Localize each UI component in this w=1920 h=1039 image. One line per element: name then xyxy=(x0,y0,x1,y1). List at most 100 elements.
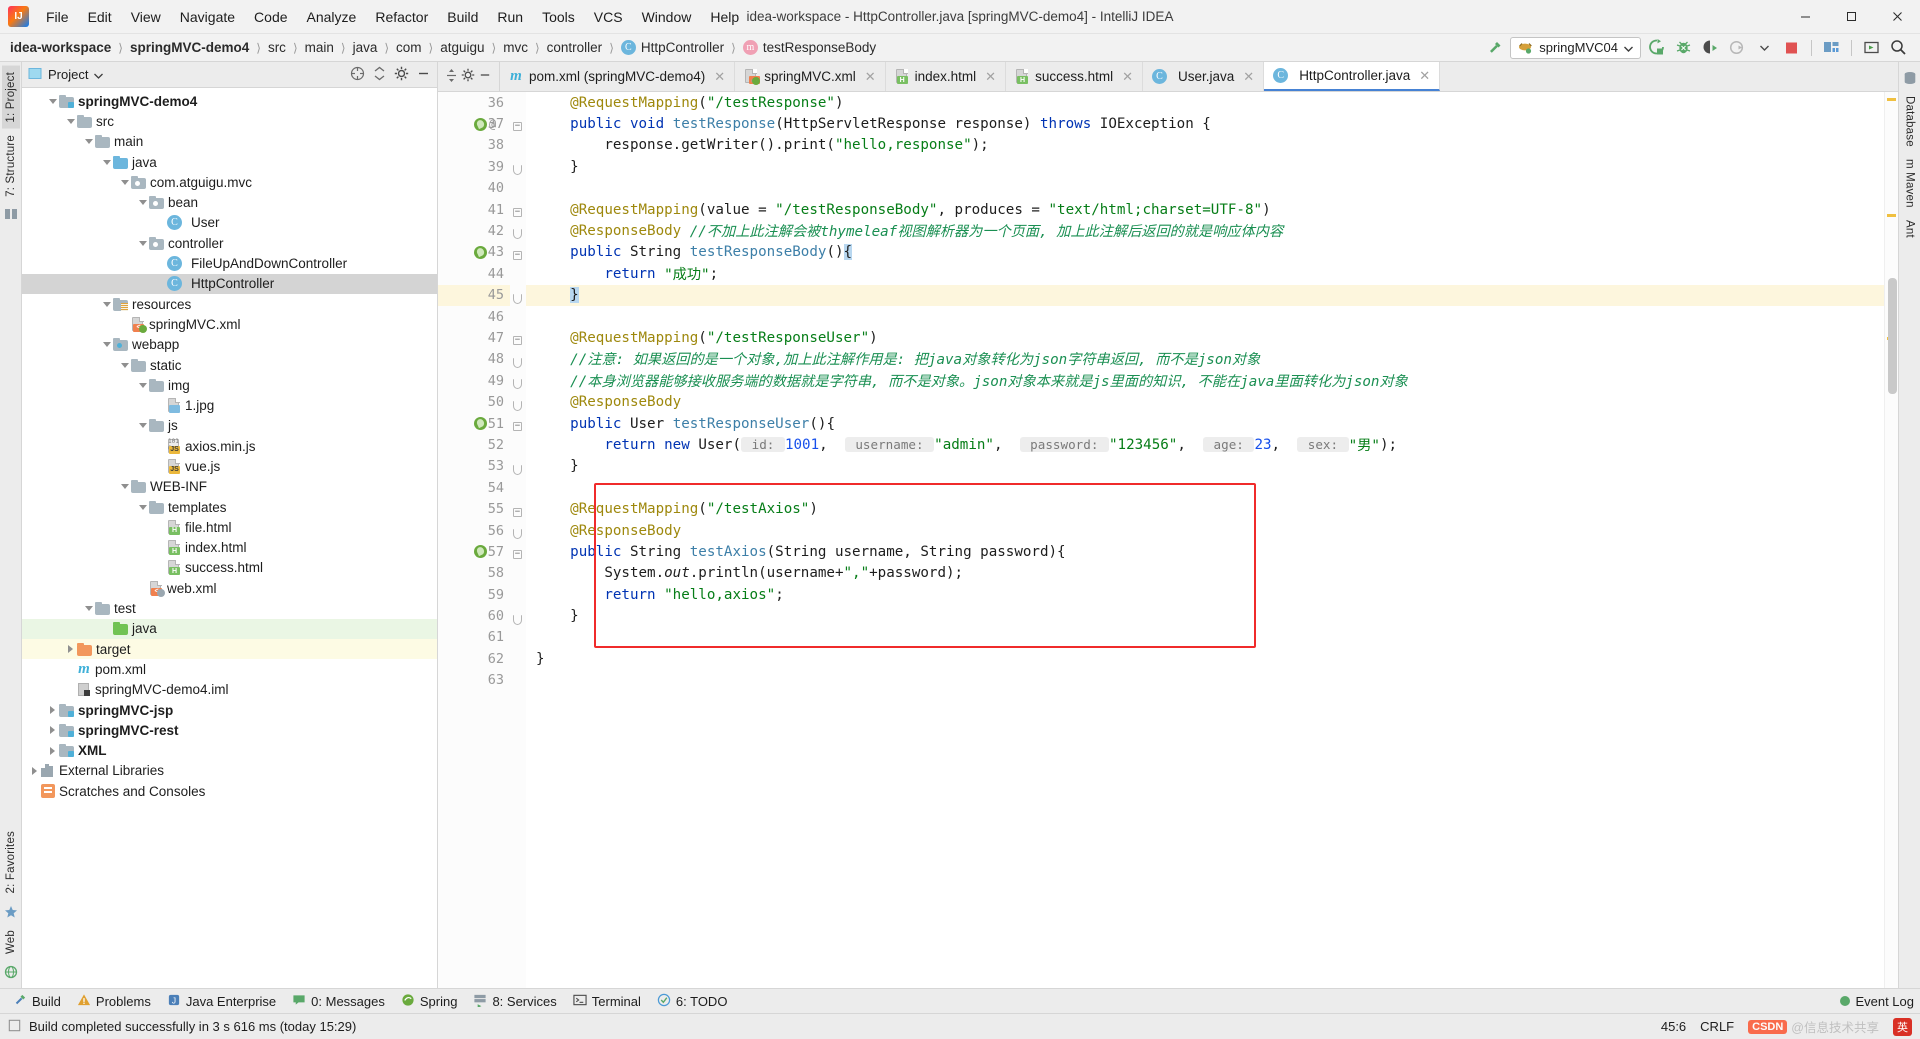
code-line-44[interactable]: return "成功"; xyxy=(526,263,1884,284)
editor-tab-httpcontroller-java[interactable]: C HttpController.java ✕ xyxy=(1264,62,1441,91)
project-tree[interactable]: springMVC-demo4 src main java com.atguigu.mv… xyxy=(22,88,437,988)
code-line-50[interactable]: @ResponseBody xyxy=(526,391,1884,412)
gutter-line-36[interactable]: 36 xyxy=(438,92,510,113)
expand-arrow-down-icon[interactable] xyxy=(46,98,59,104)
menu-analyze[interactable]: Analyze xyxy=(298,5,366,29)
minimize-button[interactable] xyxy=(1782,0,1828,33)
tree-item-resources[interactable]: resources xyxy=(22,294,437,314)
run-configuration-selector[interactable]: springMVC04 xyxy=(1510,36,1641,59)
tree-item-user[interactable]: C User xyxy=(22,213,437,233)
expand-arrow-right-icon[interactable] xyxy=(46,706,59,715)
editor-tab-index-html[interactable]: Hindex.html ✕ xyxy=(885,62,1007,91)
database-icon[interactable] xyxy=(1903,71,1917,85)
menu-refactor[interactable]: Refactor xyxy=(366,5,437,29)
tree-item-webapp[interactable]: webapp xyxy=(22,335,437,355)
breadcrumb-idea-workspace[interactable]: idea-workspace xyxy=(8,39,113,56)
code-line-46[interactable] xyxy=(526,306,1884,327)
window-controls[interactable] xyxy=(1782,0,1920,33)
code-line-38[interactable]: response.getWriter().print("hello,respon… xyxy=(526,135,1884,156)
tree-item-httpcontroller[interactable]: C HttpController xyxy=(22,273,437,294)
gutter-line-39[interactable]: 39 xyxy=(438,156,510,177)
hide-panel-icon[interactable] xyxy=(416,66,431,84)
tree-item-index-html[interactable]: Hindex.html xyxy=(22,538,437,558)
code-fold-marker[interactable]: − xyxy=(513,336,522,346)
expand-arrow-down-icon[interactable] xyxy=(136,200,149,206)
tree-item-fileupanddowncontroller[interactable]: C FileUpAndDownController xyxy=(22,253,437,273)
code-fold-marker[interactable] xyxy=(513,464,522,475)
tree-item-1-jpg[interactable]: 1.jpg xyxy=(22,395,437,415)
menu-code[interactable]: Code xyxy=(245,5,296,29)
expand-arrow-down-icon[interactable] xyxy=(136,504,149,510)
close-icon[interactable]: ✕ xyxy=(714,69,725,85)
code-fold-marker[interactable] xyxy=(513,357,522,368)
run-toolbar[interactable]: springMVC04 xyxy=(1483,36,1920,59)
expand-arrow-down-icon[interactable] xyxy=(118,362,131,368)
tree-item-success-html[interactable]: Hsuccess.html xyxy=(22,558,437,578)
gutter-line-44[interactable]: 44 xyxy=(438,263,510,284)
tool-button-todo[interactable]: 6: TODO xyxy=(650,991,735,1012)
ime-indicator[interactable]: 英 xyxy=(1893,1017,1912,1036)
gutter-line-57[interactable]: 57 xyxy=(438,541,510,562)
code-line-63[interactable] xyxy=(526,670,1884,691)
expand-arrow-right-icon[interactable] xyxy=(28,766,41,775)
gutter-line-52[interactable]: 52 xyxy=(438,434,510,455)
code-line-45[interactable]: } xyxy=(526,284,1884,306)
expand-arrow-down-icon[interactable] xyxy=(136,423,149,429)
breadcrumb-atguigu[interactable]: atguigu xyxy=(438,39,486,56)
event-log-button[interactable]: Event Log xyxy=(1840,994,1914,1009)
gutter-line-38[interactable]: 38 xyxy=(438,135,510,156)
tree-item-img[interactable]: img xyxy=(22,375,437,395)
code-fold-marker[interactable]: − xyxy=(513,250,522,260)
tool-button-build[interactable]: Build xyxy=(6,991,68,1012)
expand-arrow-down-icon[interactable] xyxy=(100,301,113,307)
breadcrumb-java[interactable]: java xyxy=(351,39,380,56)
code-line-39[interactable]: } xyxy=(526,156,1884,177)
star-icon[interactable] xyxy=(4,905,18,919)
tree-item-pom-xml[interactable]: m pom.xml xyxy=(22,659,437,679)
expand-arrow-right-icon[interactable] xyxy=(46,726,59,735)
tree-item-springmvc-demo4-iml[interactable]: springMVC-demo4.iml xyxy=(22,680,437,700)
breadcrumb-main[interactable]: main xyxy=(303,39,336,56)
expand-arrow-right-icon[interactable] xyxy=(64,645,77,654)
tool-tab-structure[interactable]: 7: Structure xyxy=(2,129,20,203)
expand-arrow-down-icon[interactable] xyxy=(100,342,113,348)
gutter-line-54[interactable]: 54 xyxy=(438,477,510,498)
project-panel-actions[interactable] xyxy=(350,66,431,84)
close-icon[interactable]: ✕ xyxy=(1419,68,1430,84)
tree-item-java[interactable]: java xyxy=(22,152,437,172)
gutter-line-60[interactable]: 60 xyxy=(438,605,510,626)
code-folding-column[interactable]: − − − − − − − xyxy=(510,92,526,988)
code-fold-marker[interactable] xyxy=(513,400,522,411)
editor-tab-pom-xml-springmvc-demo4[interactable]: m pom.xml (springMVC-demo4) ✕ xyxy=(500,62,736,91)
menu-build[interactable]: Build xyxy=(438,5,487,29)
expand-arrow-right-icon[interactable] xyxy=(46,746,59,755)
code-fold-marker[interactable]: − xyxy=(513,550,522,560)
tree-item-src[interactable]: src xyxy=(22,111,437,131)
code-fold-marker[interactable] xyxy=(513,614,522,625)
gutter-line-40[interactable]: 40 xyxy=(438,178,510,199)
menu-view[interactable]: View xyxy=(122,5,170,29)
gutter-line-61[interactable]: 61 xyxy=(438,627,510,648)
layout-icon[interactable] xyxy=(1860,37,1883,59)
expand-arrow-down-icon[interactable] xyxy=(118,484,131,490)
commander-icon[interactable] xyxy=(4,207,18,221)
project-panel-title[interactable]: Project xyxy=(28,67,104,83)
tree-item-springmvc-jsp[interactable]: springMVC-jsp xyxy=(22,700,437,720)
line-separator[interactable]: CRLF xyxy=(1700,1019,1734,1034)
code-line-37[interactable]: public void testResponse (HttpServletResp… xyxy=(526,113,1884,134)
menu-tools[interactable]: Tools xyxy=(533,5,584,29)
gear-icon[interactable] xyxy=(461,68,475,85)
editor-marker-strip[interactable] xyxy=(1884,92,1898,988)
breadcrumb-src[interactable]: src xyxy=(266,39,288,56)
code-line-43[interactable]: public String testResponseBody(){ xyxy=(526,242,1884,263)
collapse-all-icon[interactable] xyxy=(372,66,387,84)
code-fold-marker[interactable] xyxy=(513,165,522,176)
tree-item-com-atguigu-mvc[interactable]: com.atguigu.mvc xyxy=(22,172,437,192)
expand-arrow-down-icon[interactable] xyxy=(118,179,131,185)
tool-tab-project[interactable]: 1: Project xyxy=(1,66,20,129)
close-button[interactable] xyxy=(1874,0,1920,33)
tree-item-target[interactable]: target xyxy=(22,639,437,660)
gutter-line-48[interactable]: 48 xyxy=(438,349,510,370)
spring-bean-gutter-icon[interactable]: @ xyxy=(474,117,496,131)
code-content[interactable]: @RequestMapping("/testResponse") public … xyxy=(526,92,1884,988)
